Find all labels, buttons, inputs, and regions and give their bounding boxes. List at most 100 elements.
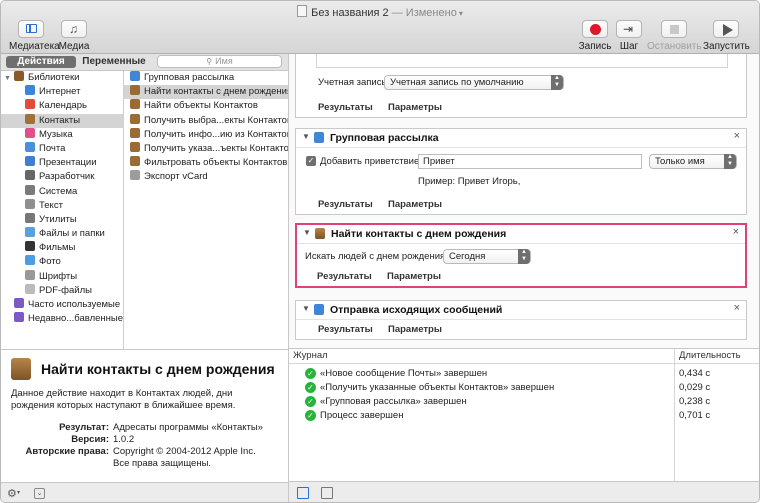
action-item[interactable]: Найти объекты Контактов: [124, 99, 288, 113]
action-icon: [130, 85, 140, 96]
gear-icon[interactable]: ⚙: [7, 487, 17, 500]
results-toggle[interactable]: Результаты: [317, 271, 372, 282]
greeting-checkbox[interactable]: ✓: [306, 156, 316, 166]
action-item[interactable]: Получить указа...ъекты Контактов: [124, 141, 288, 156]
tab-actions[interactable]: Действия: [6, 56, 76, 68]
contacts-book-icon: [11, 358, 31, 380]
params-toggle[interactable]: Параметры: [388, 199, 442, 210]
action-item[interactable]: Получить инфо...ию из Контактов: [124, 127, 288, 142]
music-note-icon: ♫: [69, 22, 78, 36]
action-icon: [130, 71, 140, 81]
category-item[interactable]: ▼ Библиотеки: [1, 71, 123, 85]
action-icon: [130, 170, 140, 181]
account-popup[interactable]: Учетная запись по умолчанию ▲ ▼: [384, 75, 564, 90]
log-row[interactable]: ✓ «Групповая рассылка» завершен 0,238 с: [289, 395, 759, 409]
log-row[interactable]: ✓ «Новое сообщение Почты» завершен 0,434 с: [289, 367, 759, 381]
log-col-journal[interactable]: Журнал: [293, 350, 328, 361]
action-item[interactable]: Групповая рассылка: [124, 71, 288, 85]
action-title: Найти контакты с днем рождения: [41, 361, 275, 377]
greeting-field[interactable]: Привет: [418, 154, 642, 169]
log-row[interactable]: ✓ «Получить указанные объекты Контактов» …: [289, 381, 759, 395]
calendar-icon: [25, 99, 35, 110]
category-item[interactable]: Фильмы: [1, 241, 123, 255]
birthday-range-popup[interactable]: Сегодня ▲ ▼: [443, 249, 531, 264]
category-item[interactable]: Утилиты: [1, 212, 123, 227]
category-list: ▼ Библиотеки Интернет Календарь Контакты Музы…: [1, 71, 124, 349]
log-row[interactable]: ✓ Процесс завершен 0,701 с: [289, 409, 759, 423]
category-item[interactable]: Файлы и папки: [1, 227, 123, 241]
category-item[interactable]: Текст: [1, 198, 123, 213]
results-toggle[interactable]: Результаты: [318, 324, 373, 335]
category-item[interactable]: Разработчик: [1, 170, 123, 184]
category-item[interactable]: Почта: [1, 141, 123, 156]
document-icon: [297, 5, 308, 17]
split-view-icon[interactable]: [321, 487, 333, 499]
disclosure-triangle-icon[interactable]: ▼: [303, 228, 311, 237]
developer-icon: [25, 170, 35, 181]
category-item[interactable]: Недавно...бавленные: [1, 312, 123, 326]
media-button[interactable]: ♫ Медиа: [57, 20, 91, 52]
message-body-field[interactable]: [316, 54, 728, 68]
log-header: Журнал Длительность: [289, 349, 759, 364]
log-col-duration[interactable]: Длительность: [679, 350, 741, 361]
card-mass-mail: ▼ Групповая рассылка × ✓ Добавить приветст…: [295, 128, 747, 215]
category-item[interactable]: Интернет: [1, 85, 123, 99]
category-item[interactable]: PDF-файлы: [1, 283, 123, 298]
library-panel: Действия Переменные ⚲ Имя ▼ Библиотеки Инте…: [1, 54, 289, 502]
stop-button[interactable]: Остановить: [647, 20, 702, 52]
action-item[interactable]: Найти контакты с днем рождения: [124, 85, 288, 100]
close-icon[interactable]: ×: [734, 302, 740, 314]
name-format-popup[interactable]: Только имя ▲ ▼: [649, 154, 737, 169]
folder-icon: [25, 227, 35, 238]
disclosure-triangle-icon[interactable]: ▼: [302, 304, 310, 313]
close-icon[interactable]: ×: [733, 226, 739, 238]
record-button[interactable]: Запись: [578, 20, 612, 52]
action-description: Найти контакты с днем рождения Данное де…: [1, 349, 288, 483]
close-icon[interactable]: ×: [734, 130, 740, 142]
description-toggle-icon[interactable]: ⌄: [34, 488, 45, 499]
params-toggle[interactable]: Параметры: [387, 271, 441, 282]
mail-icon: [25, 141, 35, 152]
contacts-icon: [25, 113, 35, 124]
list-view-icon[interactable]: [297, 487, 309, 499]
results-toggle[interactable]: Результаты: [318, 102, 373, 113]
window-title[interactable]: Без названия 2 — Изменено ▾: [1, 5, 759, 19]
category-item[interactable]: Часто используемые: [1, 298, 123, 312]
category-item[interactable]: Контакты: [1, 113, 123, 128]
category-item[interactable]: Календарь: [1, 99, 123, 113]
category-item[interactable]: Презентации: [1, 156, 123, 170]
library-button[interactable]: Медиатека: [9, 20, 60, 52]
params-toggle[interactable]: Параметры: [388, 102, 442, 113]
category-item[interactable]: Шрифты: [1, 269, 123, 284]
action-desc-text: Данное действие находит в Контактах люде…: [11, 388, 236, 411]
action-icon: [130, 99, 140, 110]
search-input[interactable]: ⚲ Имя: [157, 55, 282, 68]
action-icon: [130, 141, 140, 152]
step-button[interactable]: ⇥ Шаг: [615, 20, 643, 52]
params-toggle[interactable]: Параметры: [388, 324, 442, 335]
library-icon: [26, 24, 37, 33]
action-item[interactable]: Получить выбра...екты Контактов: [124, 113, 288, 128]
category-item[interactable]: Фото: [1, 255, 123, 269]
category-item[interactable]: Система: [1, 184, 123, 199]
tab-variables[interactable]: Переменные: [79, 56, 149, 68]
chevron-down-icon: ▾: [17, 490, 21, 496]
toolbar: Без названия 2 — Изменено ▾ Медиатека ♫ М…: [1, 1, 759, 54]
play-icon: [723, 24, 733, 36]
run-button[interactable]: Запустить: [703, 20, 750, 52]
action-item[interactable]: Фильтровать объекты Контактов: [124, 156, 288, 170]
automator-window: Без названия 2 — Изменено ▾ Медиатека ♫ М…: [0, 0, 760, 503]
category-item[interactable]: Музыка: [1, 127, 123, 142]
movies-icon: [25, 241, 35, 252]
disclosure-triangle-icon[interactable]: ▼: [4, 72, 12, 86]
library-icon: [14, 71, 24, 81]
mail-action-icon: [314, 304, 324, 315]
chevron-down-icon: ▾: [458, 9, 463, 18]
log-footer: [289, 481, 759, 502]
disclosure-triangle-icon[interactable]: ▼: [302, 132, 310, 141]
log-panel: Журнал Длительность ✓ «Новое сообщение По…: [289, 348, 759, 482]
results-toggle[interactable]: Результаты: [318, 199, 373, 210]
action-item[interactable]: Экспорт vCard: [124, 170, 288, 184]
music-icon: [25, 127, 35, 138]
system-icon: [25, 184, 35, 195]
